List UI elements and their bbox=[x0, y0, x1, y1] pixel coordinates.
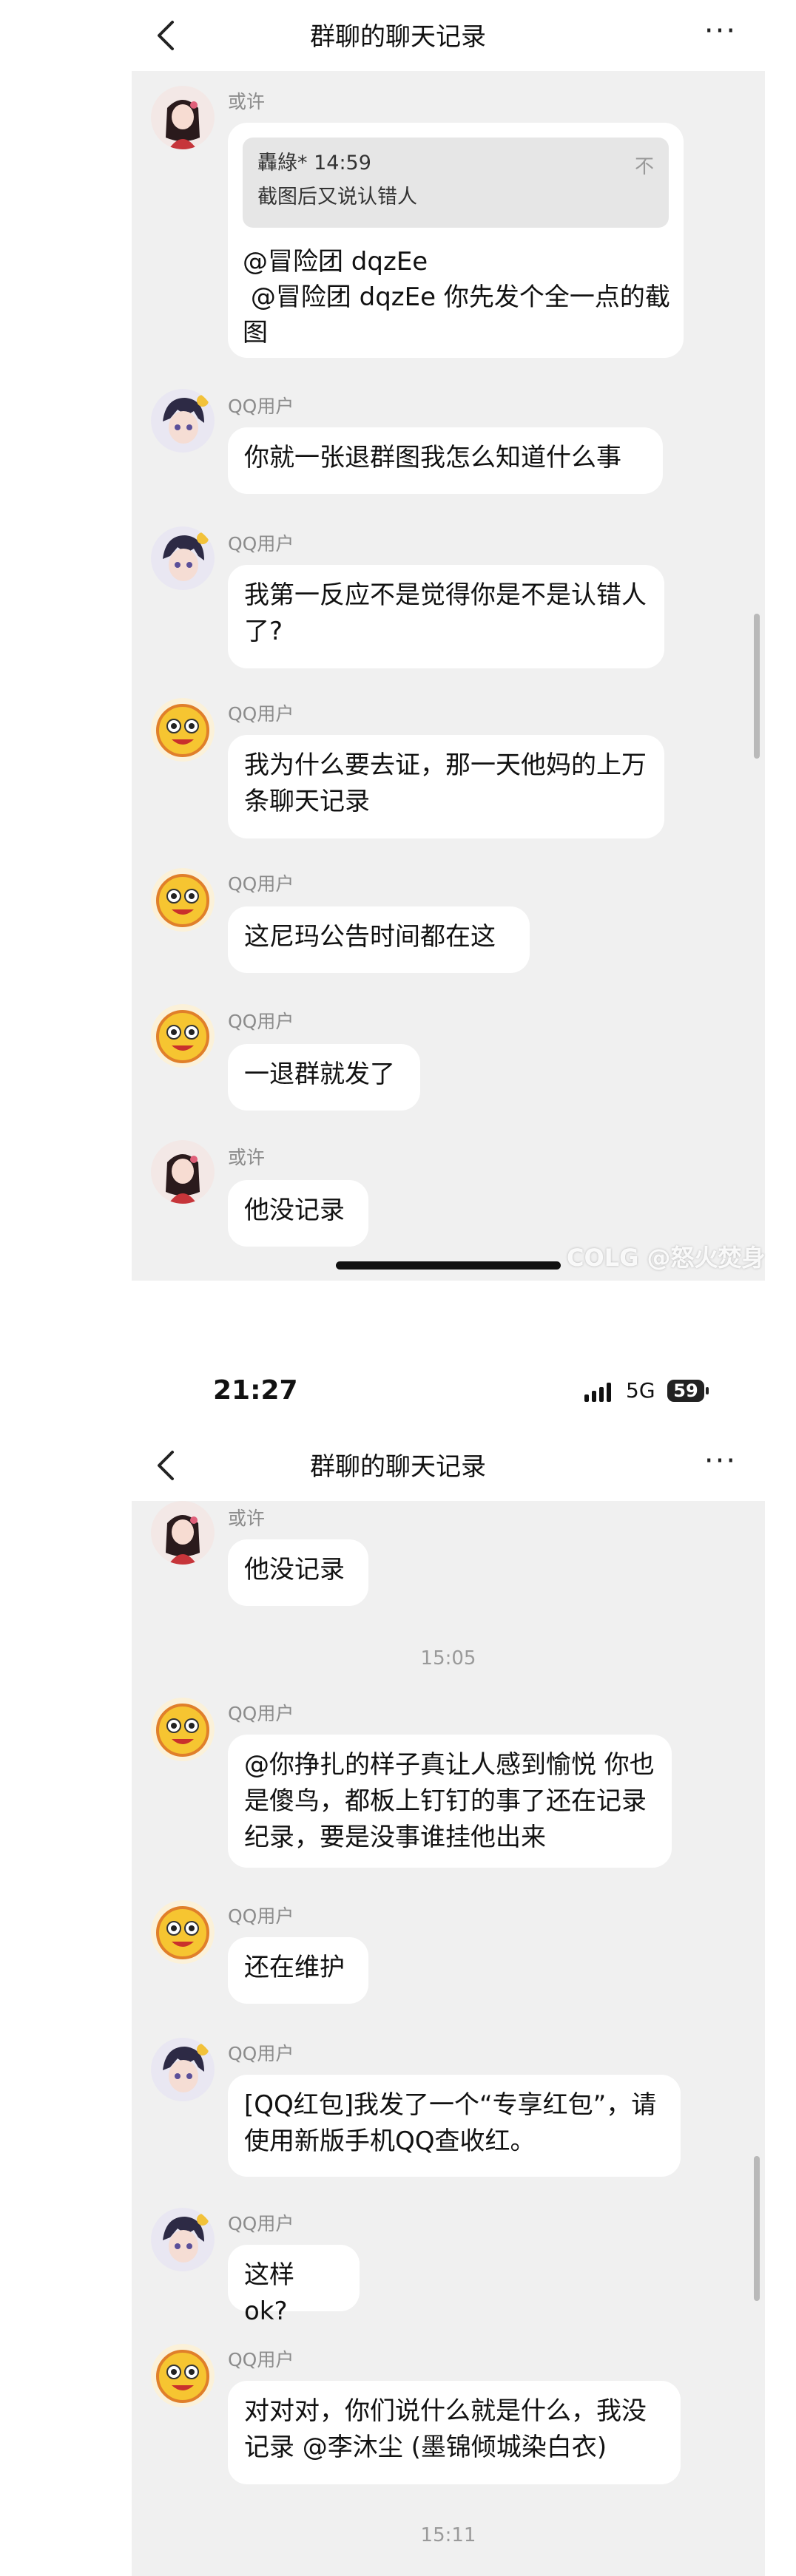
avatar[interactable] bbox=[151, 389, 215, 453]
avatar[interactable] bbox=[151, 2208, 215, 2271]
avatar[interactable] bbox=[151, 1140, 215, 1204]
message-bubble[interactable]: 这尼玛公告时间都在这 bbox=[228, 906, 530, 973]
avatar[interactable] bbox=[151, 698, 215, 762]
scrollbar[interactable] bbox=[754, 2156, 760, 2301]
battery-icon: 59 bbox=[667, 1380, 704, 1402]
message-bubble[interactable]: 我第一反应不是觉得你是不是认错人了? bbox=[228, 565, 664, 668]
avatar[interactable] bbox=[151, 1698, 215, 1761]
message-bubble[interactable]: 他没记录 bbox=[228, 1539, 368, 1606]
message-bubble[interactable]: [QQ红包]我发了一个“专享红包”，请使用新版手机QQ查收红。 bbox=[228, 2075, 681, 2177]
sender-name: QQ用户 bbox=[228, 703, 294, 725]
sender-name: QQ用户 bbox=[228, 1011, 294, 1032]
signal-icon bbox=[584, 1383, 611, 1402]
chat-title: 群聊的聊天记录 bbox=[310, 1452, 486, 1482]
yellow-face-avatar-icon bbox=[151, 2344, 215, 2407]
nav-bar: 群聊的聊天记录 ··· bbox=[0, 0, 796, 71]
sender-name: QQ用户 bbox=[228, 1703, 294, 1724]
message-bubble[interactable]: 他没记录 bbox=[228, 1180, 368, 1247]
message-bubble[interactable]: 这样 ok? bbox=[228, 2245, 360, 2326]
sender-name: QQ用户 bbox=[228, 2213, 294, 2234]
avatar[interactable] bbox=[151, 868, 215, 932]
yellow-face-avatar-icon bbox=[151, 1004, 215, 1068]
chat-title: 群聊的聊天记录 bbox=[310, 22, 486, 52]
network-type: 5G bbox=[626, 1378, 655, 1403]
girl-avatar-icon bbox=[151, 1140, 215, 1204]
sender-name: QQ用户 bbox=[228, 396, 294, 417]
yellow-face-avatar-icon bbox=[151, 1698, 215, 1761]
message-bubble[interactable]: @你挣扎的样子真让人感到愉悦 你也是傻鸟，都板上钉钉的事了还在记录纪录，要是没事… bbox=[228, 1735, 672, 1868]
sender-name: QQ用户 bbox=[228, 533, 294, 555]
avatar[interactable] bbox=[151, 1501, 215, 1565]
quote-collapse-icon[interactable]: 不 bbox=[635, 149, 654, 186]
sender-name: QQ用户 bbox=[228, 2349, 294, 2370]
avatar[interactable] bbox=[151, 1004, 215, 1068]
more-options-icon[interactable]: ··· bbox=[700, 15, 741, 52]
quote-text: 截图后又说认错人 bbox=[257, 186, 417, 209]
avatar[interactable] bbox=[151, 526, 215, 590]
sender-name: 或许 bbox=[228, 1147, 266, 1168]
quote-author: 轟綠* 14:59 bbox=[257, 152, 371, 174]
message-bubble[interactable]: 你就一张退群图我怎么知道什么事 bbox=[228, 427, 663, 494]
scrollbar[interactable] bbox=[754, 614, 760, 759]
sender-name: 或许 bbox=[228, 91, 266, 112]
message-bubble[interactable]: 一退群就发了 bbox=[228, 1044, 420, 1111]
more-options-icon[interactable]: ··· bbox=[700, 1445, 741, 1482]
girl-avatar-icon bbox=[151, 86, 215, 149]
battery-cap bbox=[706, 1387, 709, 1394]
message-bubble[interactable]: 对对对，你们说什么就是什么，我没记录 @李沐尘 (墨锦倾城染白衣) bbox=[228, 2381, 681, 2484]
sender-name: QQ用户 bbox=[228, 873, 294, 895]
timestamp: 15:11 bbox=[420, 2524, 476, 2546]
timestamp: 15:05 bbox=[420, 1647, 476, 1670]
anime-boy-avatar-icon bbox=[151, 2208, 215, 2271]
girl-avatar-icon bbox=[151, 1501, 215, 1565]
avatar[interactable] bbox=[151, 1900, 215, 1964]
sender-name: QQ用户 bbox=[228, 1905, 294, 1927]
yellow-face-avatar-icon bbox=[151, 868, 215, 932]
sender-name: QQ用户 bbox=[228, 2043, 294, 2064]
message-bubble[interactable]: 还在维护 bbox=[228, 1937, 368, 2004]
anime-boy-avatar-icon bbox=[151, 526, 215, 590]
status-time: 21:27 bbox=[213, 1375, 298, 1406]
avatar[interactable] bbox=[151, 2344, 215, 2407]
avatar[interactable] bbox=[151, 2038, 215, 2101]
home-indicator[interactable] bbox=[336, 1261, 561, 1270]
message-bubble[interactable]: 轟綠* 14:59 截图后又说认错人 不 @冒险团 dqzEe @冒险团 dqz… bbox=[228, 123, 684, 358]
anime-boy-avatar-icon bbox=[151, 389, 215, 453]
yellow-face-avatar-icon bbox=[151, 698, 215, 762]
watermark: COLG @怒火焚身 bbox=[567, 1244, 766, 1272]
anime-boy-avatar-icon bbox=[151, 2038, 215, 2101]
yellow-face-avatar-icon bbox=[151, 1900, 215, 1964]
sender-name: 或许 bbox=[228, 1508, 266, 1529]
quoted-message[interactable]: 轟綠* 14:59 截图后又说认错人 不 bbox=[243, 138, 669, 228]
nav-bar: 群聊的聊天记录 ··· bbox=[0, 1430, 796, 1501]
avatar[interactable] bbox=[151, 86, 215, 149]
message-bubble[interactable]: 我为什么要去证，那一天他妈的上万条聊天记录 bbox=[228, 735, 664, 838]
message-text: @冒险团 dqzEe @冒险团 dqzEe 你先发个全一点的截图 bbox=[243, 247, 670, 348]
